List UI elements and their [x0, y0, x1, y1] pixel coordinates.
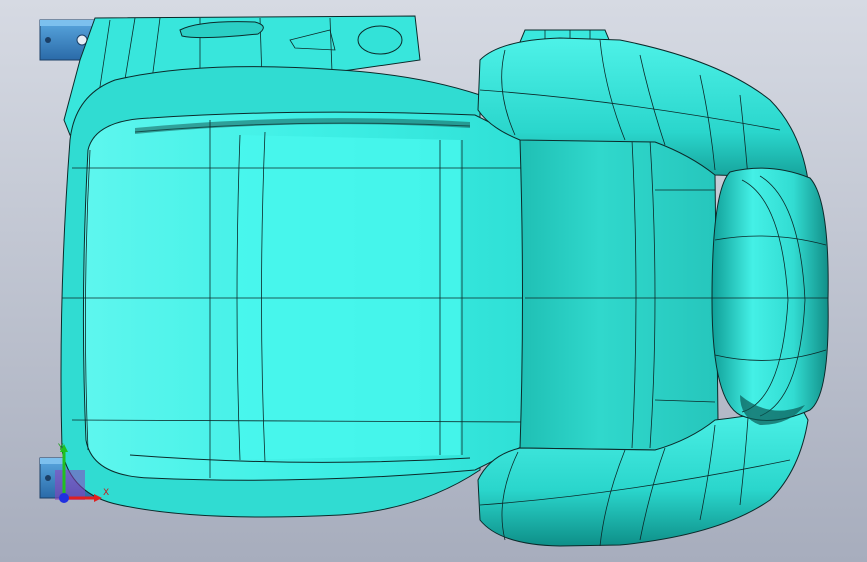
cushion-center-panel — [236, 135, 460, 460]
headrest[interactable] — [711, 167, 829, 421]
cad-viewport[interactable]: Y X — [0, 0, 867, 562]
recline-knob[interactable] — [357, 25, 403, 55]
x-axis-label: X — [103, 488, 109, 498]
seat-back[interactable] — [519, 139, 719, 451]
y-axis-label: Y — [57, 443, 64, 453]
model-canvas[interactable]: Y X — [0, 0, 867, 562]
z-axis-dot-icon — [59, 493, 69, 503]
